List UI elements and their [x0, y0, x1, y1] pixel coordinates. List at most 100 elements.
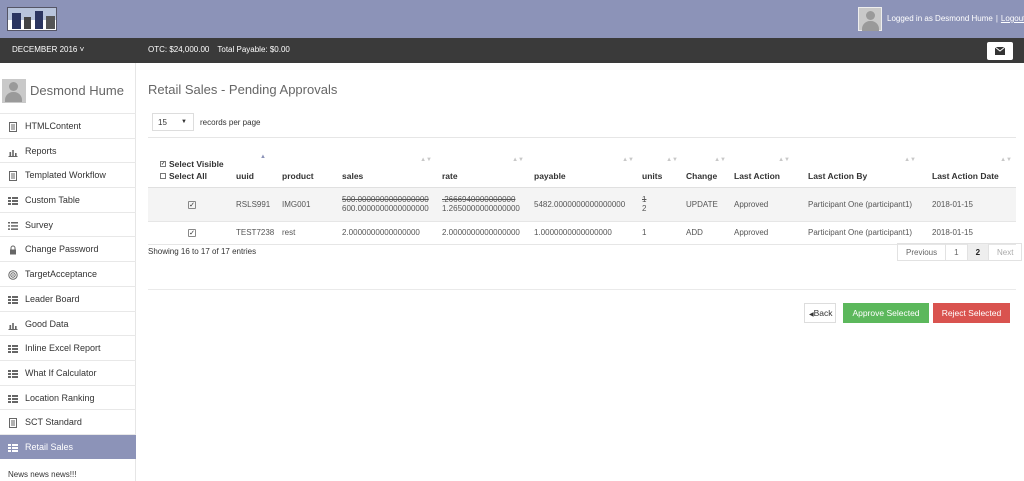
- period-dropdown[interactable]: DECEMBER 2016 ˅: [12, 45, 84, 54]
- sidebar-item-reports[interactable]: Reports: [0, 137, 136, 163]
- table-icon: [8, 369, 18, 378]
- cell-last-action: Approved: [730, 187, 794, 222]
- select-visible-checkbox[interactable]: ✓ Select Visible: [160, 159, 236, 169]
- col-change[interactable]: Change ▲▼: [682, 142, 730, 188]
- document-icon: [8, 418, 18, 429]
- col-units[interactable]: units ▲▼: [638, 142, 682, 188]
- sidebar-item-location-ranking[interactable]: Location Ranking: [0, 384, 136, 410]
- sidebar-item-retail-sales[interactable]: Retail Sales: [0, 433, 136, 459]
- cell-rate: .2666940000000000 1.2650000000000000: [436, 187, 528, 222]
- sidebar-item-inline-excel-report[interactable]: Inline Excel Report: [0, 335, 136, 360]
- sidebar-item-label: SCT Standard: [25, 417, 82, 428]
- sidebar-profile: Desmond Hume: [2, 79, 136, 105]
- col-last-action-by[interactable]: Last Action By ▲▼: [794, 142, 920, 188]
- sidebar-item-label: Change Password: [25, 244, 99, 255]
- sidebar-item-htmlcontent[interactable]: HTMLContent: [0, 113, 136, 138]
- pager-previous[interactable]: Previous: [898, 244, 945, 260]
- approve-selected-button[interactable]: Approve Selected: [843, 303, 929, 323]
- cell-last-action: Approved: [730, 221, 794, 245]
- sidebar-item-label: HTMLContent: [25, 121, 82, 131]
- total-payable-value: Total Payable: $0.00: [217, 45, 290, 54]
- chevron-down-icon: ▼: [181, 119, 187, 125]
- col-last-action-date[interactable]: Last Action Date ▲▼: [920, 142, 1016, 188]
- col-payable[interactable]: payable ▲▼: [528, 142, 638, 188]
- sort-icon: ▲▼: [778, 157, 790, 163]
- sort-asc-icon: ▲: [260, 154, 266, 160]
- select-header: ✓ Select Visible Select All: [148, 142, 236, 188]
- sidebar-item-good-data[interactable]: Good Data: [0, 310, 136, 336]
- logout-link[interactable]: Logout: [1001, 14, 1024, 23]
- cell-rate: 2.0000000000000000: [436, 221, 528, 245]
- sidebar-item-sct-standard[interactable]: SCT Standard: [0, 409, 136, 434]
- sidebar-item-label: What If Calculator: [25, 367, 97, 378]
- row-select-cell: ✓: [148, 187, 236, 222]
- sort-icon: ▲▼: [904, 157, 916, 163]
- document-icon: [8, 122, 18, 132]
- cell-sales: 2.0000000000000000: [336, 221, 436, 245]
- pager-next[interactable]: Next: [988, 244, 1021, 260]
- row-checkbox[interactable]: ✓: [188, 229, 196, 237]
- cell-last-action-by: Participant One (participant1): [794, 221, 920, 245]
- pager-page-1[interactable]: 1: [945, 244, 966, 260]
- cell-change: ADD: [682, 221, 730, 245]
- sidebar-item-targetacceptance[interactable]: TargetAcceptance: [0, 261, 136, 286]
- records-per-page-select[interactable]: 15 ▼: [152, 113, 194, 131]
- sidebar-item-change-password[interactable]: Change Password: [0, 236, 136, 261]
- col-uuid[interactable]: uuid ▲: [236, 142, 282, 188]
- cell-product: rest: [282, 221, 336, 245]
- divider: [148, 137, 1016, 138]
- sidebar-item-survey[interactable]: Survey: [0, 211, 136, 237]
- pager-page-2[interactable]: 2: [966, 244, 989, 260]
- table-row[interactable]: ✓ RSLS991 IMG001 500.0000000000000000 60…: [148, 187, 1016, 222]
- logged-in-text: Logged in as Desmond Hume: [887, 14, 993, 23]
- profile-avatar: [2, 79, 26, 103]
- sort-icon: ▲▼: [714, 157, 726, 163]
- col-product[interactable]: product: [282, 142, 336, 188]
- cell-units: 1: [638, 221, 682, 245]
- back-button[interactable]: ◀Back: [804, 303, 836, 323]
- sidebar-item-leader-board[interactable]: Leader Board: [0, 285, 136, 311]
- col-sales[interactable]: sales ▲▼: [336, 142, 436, 188]
- col-rate[interactable]: rate ▲▼: [436, 142, 528, 188]
- mail-button[interactable]: [987, 42, 1013, 60]
- sidebar-item-label: Location Ranking: [25, 392, 95, 403]
- cell-change: UPDATE: [682, 187, 730, 222]
- sidebar-menu: HTMLContent Reports Templated Workflow Cust…: [0, 113, 136, 459]
- user-avatar: [858, 7, 882, 31]
- sidebar-item-label: Inline Excel Report: [25, 343, 101, 354]
- company-logo[interactable]: [7, 7, 57, 31]
- cell-last-action-date: 2018-01-15: [920, 221, 1016, 245]
- table-header: ✓ Select Visible Select All uuid ▲ product…: [148, 142, 1016, 188]
- entries-info: Showing 16 to 17 of 17 entries: [148, 247, 257, 256]
- news-ticker: News news news!!!: [8, 470, 77, 479]
- sidebar-item-label: Survey: [25, 219, 54, 230]
- cell-uuid: TEST7238: [236, 221, 282, 245]
- col-last-action[interactable]: Last Action ▲▼: [730, 142, 794, 188]
- table-row[interactable]: ✓ TEST7238 rest 2.0000000000000000 2.000…: [148, 221, 1016, 245]
- login-status: Logged in as Desmond Hume | Logout: [887, 14, 1024, 23]
- cell-payable: 1.0000000000000000: [528, 221, 638, 245]
- sidebar-item-templated-workflow[interactable]: Templated Workflow: [0, 162, 136, 187]
- lock-icon: [8, 245, 18, 255]
- row-checkbox[interactable]: ✓: [188, 200, 196, 209]
- sidebar-item-label: Templated Workflow: [25, 170, 106, 181]
- sidebar-item-label: Custom Table: [25, 195, 80, 206]
- cell-product: IMG001: [282, 187, 336, 222]
- document-icon: [8, 171, 18, 182]
- sort-icon: ▲▼: [666, 157, 678, 163]
- sidebar: Desmond Hume HTMLContent Reports Templated…: [0, 63, 136, 481]
- table-icon: [8, 196, 18, 206]
- select-all-checkbox[interactable]: Select All: [160, 171, 236, 181]
- cell-sales: 500.0000000000000000 600.000000000000000…: [336, 187, 436, 222]
- sidebar-item-what-if-calculator[interactable]: What If Calculator: [0, 359, 136, 385]
- reject-selected-button[interactable]: Reject Selected: [933, 303, 1010, 323]
- page-title: Retail Sales - Pending Approvals: [148, 82, 338, 97]
- records-per-page-label: records per page: [200, 118, 261, 127]
- sidebar-item-label: Leader Board: [25, 293, 80, 304]
- sort-icon: ▲▼: [622, 157, 634, 163]
- sort-icon: ▲▼: [420, 157, 432, 163]
- sidebar-item-label: Retail Sales: [25, 441, 74, 452]
- old-value: 1: [642, 195, 647, 204]
- sidebar-item-custom-table[interactable]: Custom Table: [0, 187, 136, 212]
- cell-uuid: RSLS991: [236, 187, 282, 222]
